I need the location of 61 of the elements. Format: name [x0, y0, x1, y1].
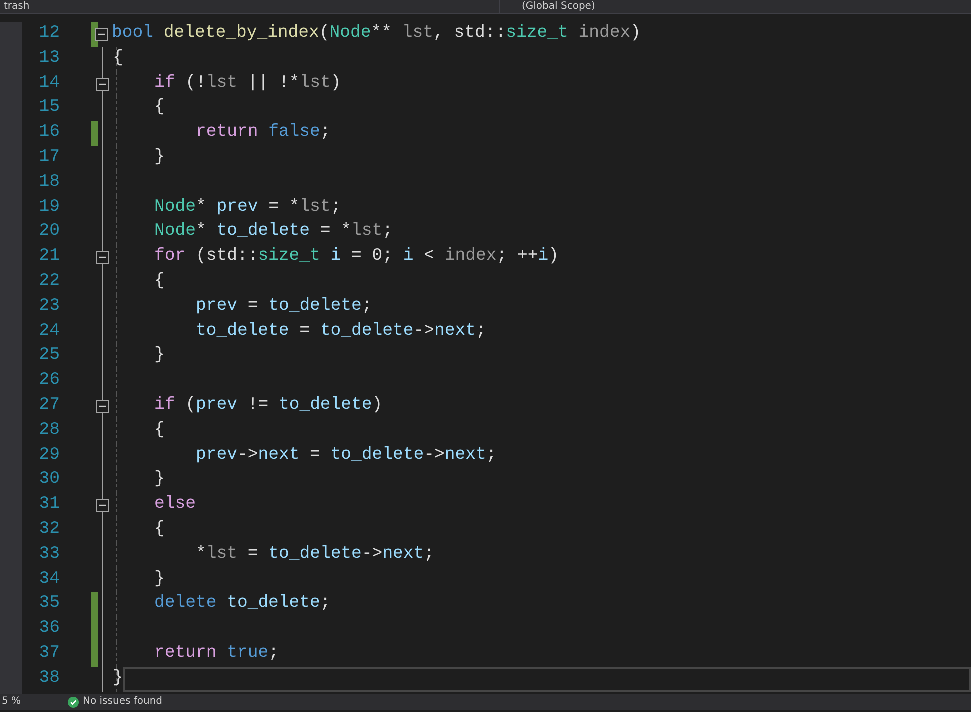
code-line: {: [153, 270, 165, 293]
code-line: prev = to_delete;: [194, 296, 372, 318]
line-number: 22: [38, 270, 60, 293]
code-line: }: [153, 568, 165, 591]
line-number: 35: [38, 593, 60, 616]
line-number: 21: [38, 246, 60, 268]
line-number: 23: [38, 296, 60, 318]
line-number: 33: [38, 544, 60, 566]
code-line: }: [153, 345, 165, 368]
line-number: 38: [38, 668, 60, 690]
code-line: if (prev != to_delete): [153, 394, 383, 417]
code-line: Node* prev = *lst;: [153, 196, 342, 219]
collapse-icon[interactable]: [96, 400, 109, 413]
line-number: 34: [38, 568, 60, 591]
code-line: else: [153, 494, 196, 516]
line-number: 36: [38, 618, 60, 640]
code-line: return false;: [194, 122, 331, 144]
project-dropdown[interactable]: trash: [4, 1, 30, 12]
code-line: *lst = to_delete->next;: [194, 544, 435, 566]
zoom-level[interactable]: 5 %: [2, 696, 22, 707]
line-number: 37: [38, 642, 60, 665]
line-number: 30: [38, 469, 60, 492]
code-line: }: [153, 146, 165, 169]
scope-dropdown[interactable]: (Global Scope): [522, 1, 596, 12]
line-number: 19: [38, 196, 60, 219]
line-number: 25: [38, 345, 60, 368]
code-line: {: [153, 420, 165, 442]
line-number: 13: [38, 48, 60, 70]
line-number: 20: [38, 221, 60, 244]
code-line: for (std::size_t i = 0; i < index; ++i): [153, 246, 559, 268]
code-line: bool delete_by_index(Node** lst, std::size_t index): [112, 23, 641, 45]
check-icon: [68, 696, 79, 708]
line-number: 17: [38, 146, 60, 169]
code-line: {: [153, 518, 165, 541]
collapse-icon[interactable]: [96, 251, 109, 264]
code-line: }: [113, 668, 124, 690]
line-number: 27: [38, 394, 60, 417]
line-number: 29: [38, 444, 60, 467]
code-line: to_delete = to_delete->next;: [194, 320, 486, 343]
line-number: 24: [38, 320, 60, 343]
line-number: 31: [38, 494, 60, 516]
line-number: 32: [38, 518, 60, 541]
collapse-icon[interactable]: [95, 28, 108, 41]
line-number: 28: [38, 420, 60, 442]
collapse-icon[interactable]: [96, 499, 109, 512]
code-line: if (!lst || !*lst): [153, 72, 342, 95]
code-line: prev->next = to_delete->next;: [194, 444, 497, 467]
code-line: }: [153, 469, 165, 492]
line-number: 16: [38, 122, 60, 144]
collapse-icon[interactable]: [96, 78, 109, 91]
code-line: Node* to_delete = *lst;: [153, 221, 394, 244]
line-number: 14: [38, 72, 60, 95]
line-number: 18: [38, 172, 60, 194]
issues-status[interactable]: No issues found: [83, 694, 163, 710]
line-number: 26: [38, 370, 60, 392]
line-number: 15: [38, 97, 60, 120]
code-line: return true;: [153, 642, 279, 665]
code-line: {: [113, 48, 124, 70]
code-line: delete to_delete;: [153, 593, 331, 616]
line-number: 12: [38, 23, 60, 45]
code-line: {: [153, 97, 165, 120]
